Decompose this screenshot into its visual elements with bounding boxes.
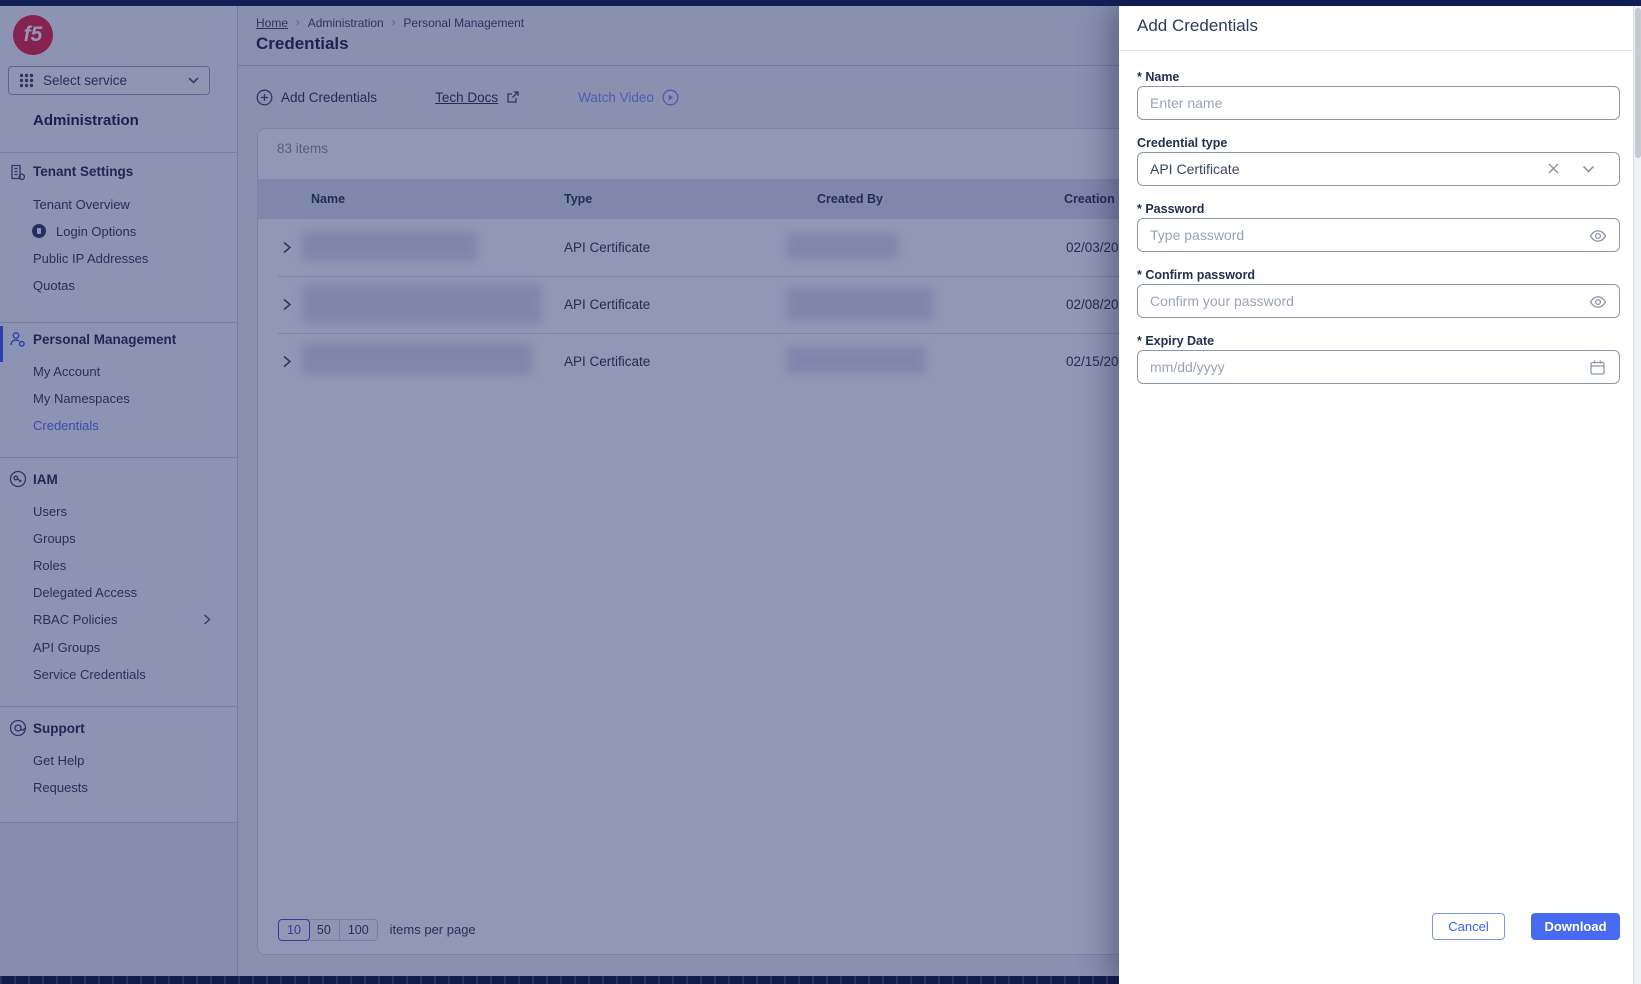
expiry-date-input[interactable] xyxy=(1138,351,1619,383)
confirm-password-label: * Confirm password xyxy=(1137,268,1255,282)
confirm-password-input[interactable] xyxy=(1138,285,1619,317)
show-password-eye-icon[interactable] xyxy=(1589,293,1607,311)
password-label: * Password xyxy=(1137,202,1204,216)
drawer-scrollbar[interactable] xyxy=(1633,6,1641,984)
credential-type-value: API Certificate xyxy=(1150,161,1607,177)
password-field-box xyxy=(1137,218,1620,252)
scrollbar-thumb[interactable] xyxy=(1635,8,1641,158)
show-password-eye-icon[interactable] xyxy=(1589,227,1607,245)
name-label: * Name xyxy=(1137,70,1179,84)
expiry-date-field-box xyxy=(1137,350,1620,384)
add-credentials-drawer: Add Credentials * Name Credential type A… xyxy=(1119,6,1641,984)
cancel-button[interactable]: Cancel xyxy=(1432,913,1505,940)
chevron-down-icon[interactable] xyxy=(1582,165,1600,183)
app-window: f5 Select service Administration xyxy=(0,0,1641,984)
password-input[interactable] xyxy=(1138,219,1619,251)
name-field-box xyxy=(1137,86,1620,120)
divider xyxy=(1119,50,1641,51)
download-button[interactable]: Download xyxy=(1531,913,1620,940)
credential-type-label: Credential type xyxy=(1137,136,1227,150)
clear-icon[interactable] xyxy=(1547,162,1565,180)
expiry-date-label: * Expiry Date xyxy=(1137,334,1214,348)
name-input[interactable] xyxy=(1138,87,1619,119)
drawer-title: Add Credentials xyxy=(1137,16,1258,36)
drawer-footer: Cancel Download xyxy=(1119,913,1641,939)
confirm-password-field-box xyxy=(1137,284,1620,318)
credential-type-select[interactable]: API Certificate xyxy=(1137,152,1620,186)
calendar-icon[interactable] xyxy=(1589,359,1607,377)
